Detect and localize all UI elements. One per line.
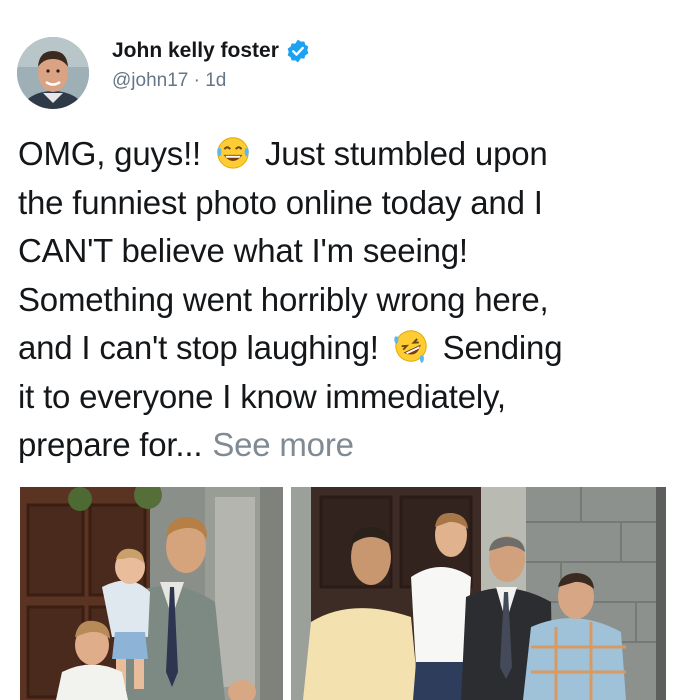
see-more-link[interactable]: See more (212, 426, 354, 463)
tweet-line: Something went horribly wrong here, (18, 280, 549, 318)
author-handle[interactable]: @john17 (112, 70, 188, 91)
tweet-line-text: Just stumbled upon (264, 135, 548, 172)
media-grid (20, 487, 666, 700)
tweet-line: it to everyone I know immediately, (18, 377, 506, 415)
tweet-line-text: and I can't stop laughing! (18, 329, 379, 366)
tweet-line-text: Sending (442, 329, 563, 366)
author-name-text[interactable]: John kelly foster (112, 39, 279, 63)
media-image-left[interactable] (20, 487, 283, 700)
tweet-line: OMG, guys!! Just stumbled upon (18, 130, 683, 179)
avatar[interactable] (17, 37, 89, 109)
tweet-line-text: OMG, guys!! (18, 135, 202, 172)
profile-photo-icon (17, 37, 89, 109)
family-photo-now-icon (291, 487, 666, 700)
verified-badge-icon (285, 38, 311, 64)
tweet-line-text: prepare for... (18, 426, 203, 463)
tweet-line: CAN'T believe what I'm seeing! (18, 232, 468, 269)
tweet-line: prepare for... See more (18, 421, 683, 470)
laughing-tears-emoji-icon (214, 133, 252, 171)
meta-separator: · (188, 70, 206, 91)
tweet-timestamp[interactable]: 1d (205, 70, 226, 91)
tweet-text: OMG, guys!! Just stumbled upon the funni… (18, 130, 683, 470)
author-name[interactable]: John kelly foster (112, 38, 311, 64)
family-photo-then-icon (20, 487, 283, 700)
media-image-right[interactable] (291, 487, 666, 700)
rolling-laughing-emoji-icon (392, 327, 430, 365)
author-meta: @john17 · 1d (112, 70, 226, 92)
tweet-line: and I can't stop laughing! Sending (18, 324, 683, 373)
tweet-line: the funniest photo online today and I (18, 183, 543, 221)
